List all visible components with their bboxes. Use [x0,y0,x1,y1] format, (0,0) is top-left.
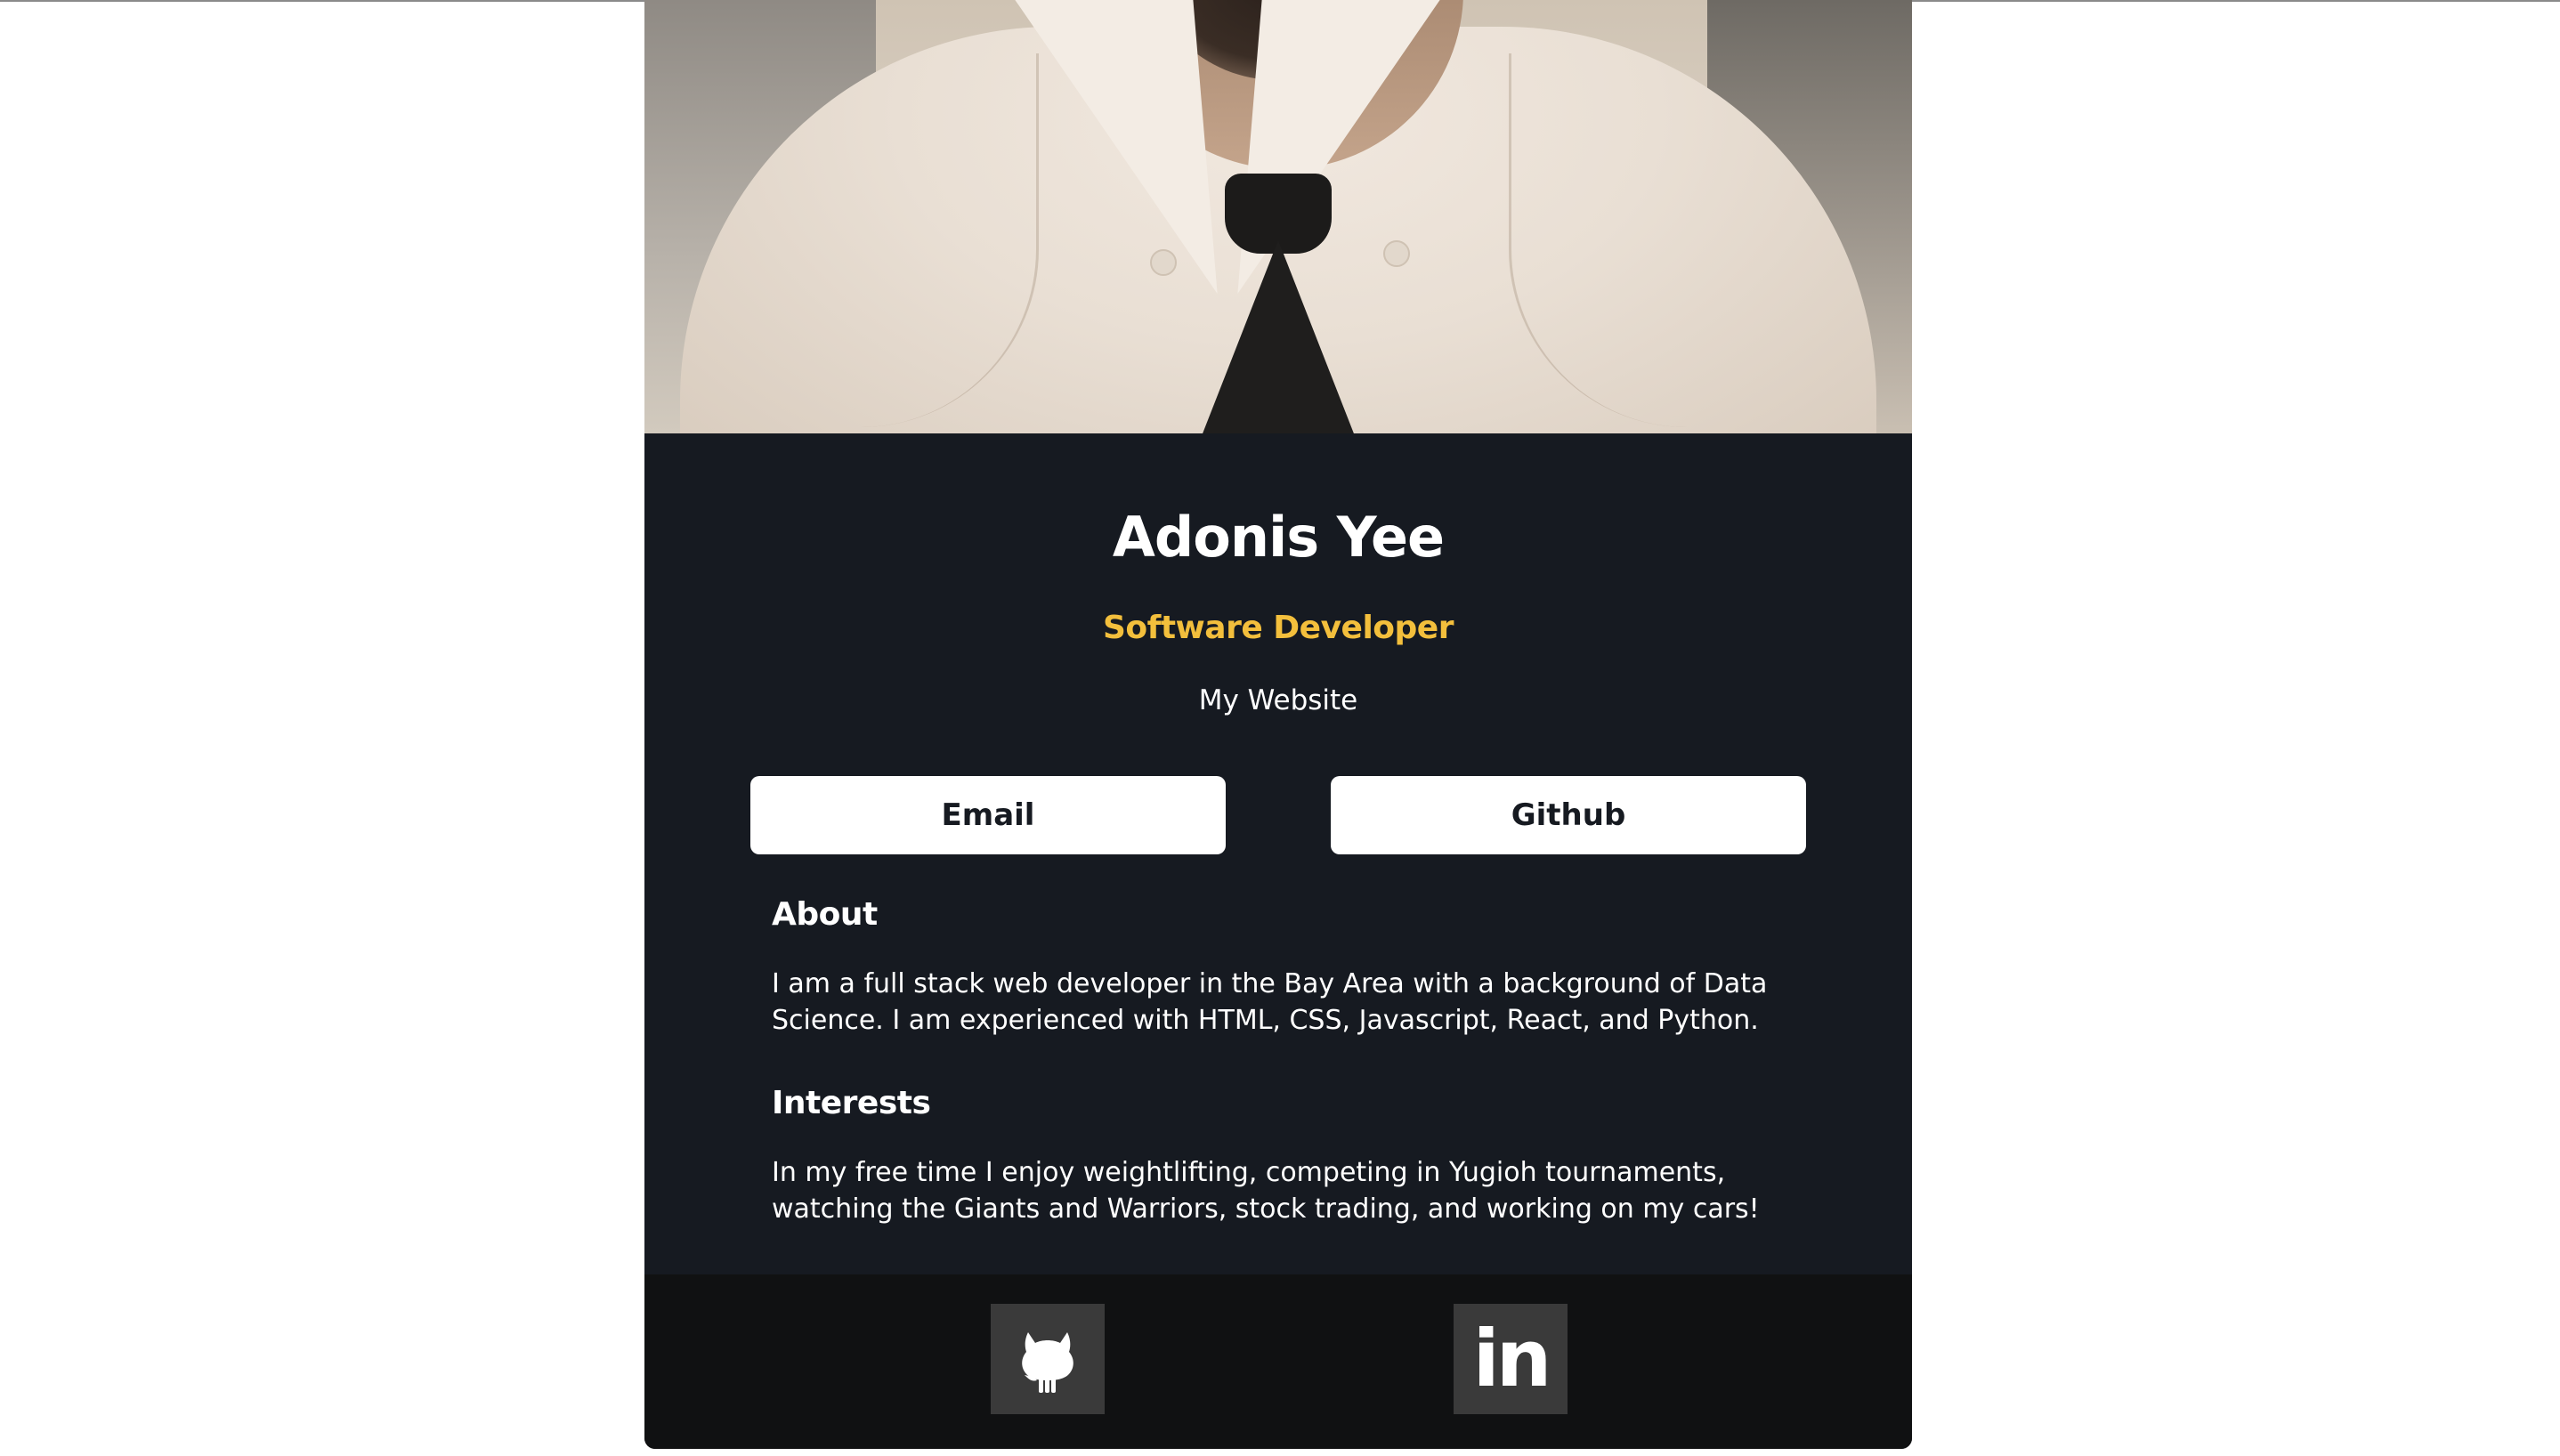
profile-card: Adonis Yee Software Developer My Website… [644,0,1912,1449]
profile-role: Software Developer [1103,610,1454,646]
github-social-link[interactable] [991,1304,1105,1414]
linkedin-social-link[interactable]: in [1454,1304,1568,1414]
website-link[interactable]: My Website [644,684,1912,716]
github-icon [1022,1332,1073,1393]
email-button[interactable]: Email [750,776,1226,854]
about-heading: About [772,896,878,933]
github-button[interactable]: Github [1331,776,1806,854]
linkedin-icon: in [1472,1313,1552,1404]
about-text: I am a full stack web developer in the B… [772,968,1768,1036]
profile-content: Adonis Yee Software Developer My Website… [644,433,1912,1274]
social-footer: in [644,1274,1912,1449]
interests-heading: Interests [772,1085,931,1121]
interests-text: In my free time I enjoy weightlifting, c… [772,1157,1760,1225]
profile-name: Adonis Yee [1112,505,1445,570]
profile-photo [644,0,1912,433]
